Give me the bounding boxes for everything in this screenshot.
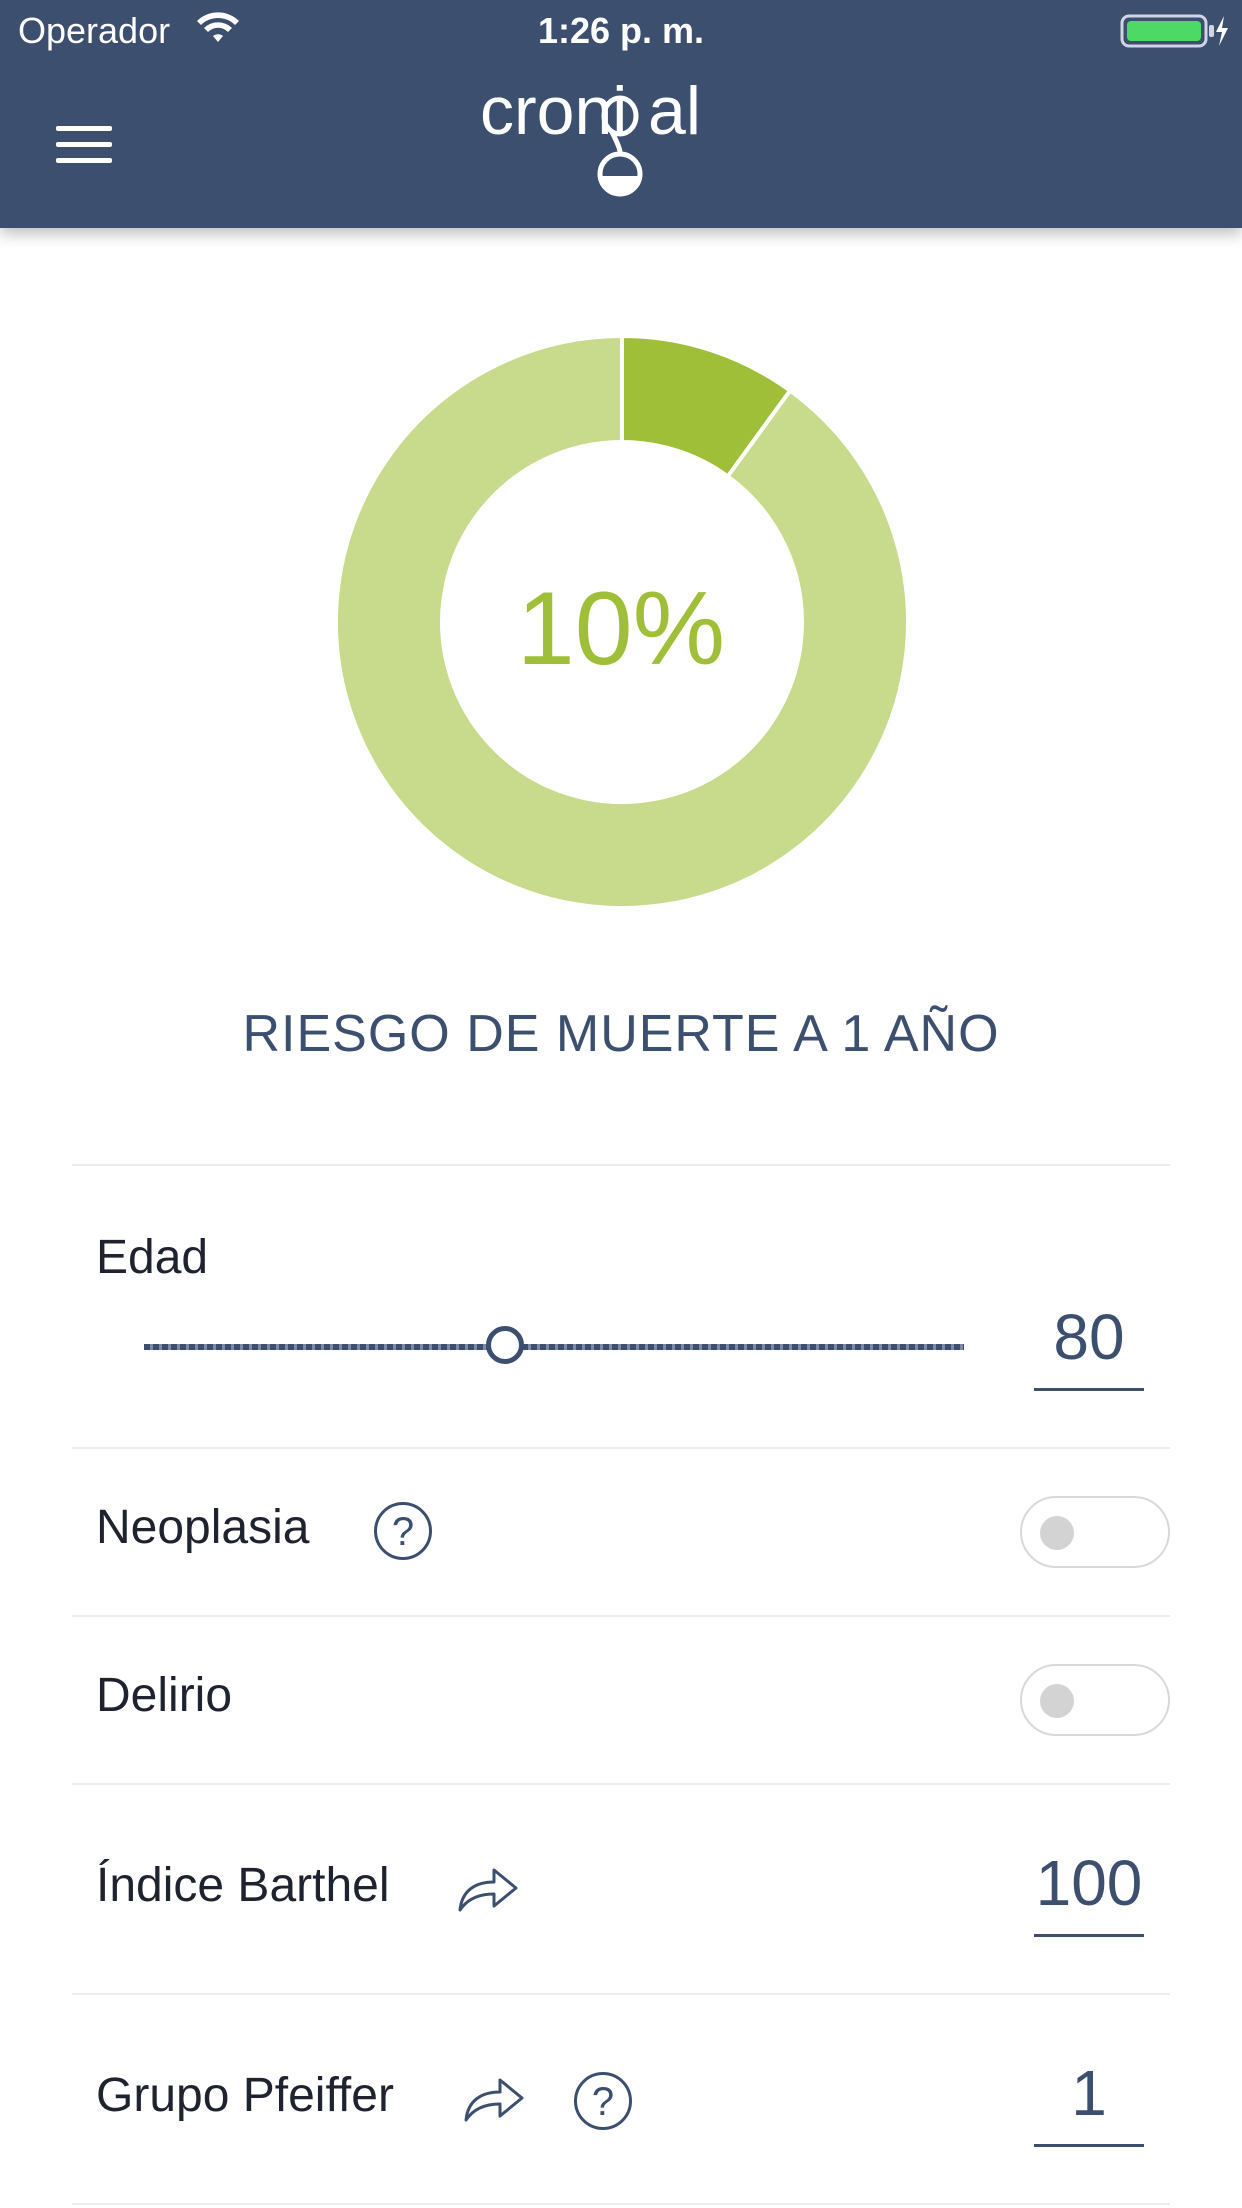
age-slider[interactable]: [144, 1320, 964, 1376]
battery-charging-icon: [1120, 14, 1228, 48]
hamburger-menu-icon[interactable]: [56, 126, 112, 166]
neoplasia-help-icon[interactable]: ?: [374, 1502, 432, 1560]
divider: [72, 2203, 1170, 2205]
cronical-logo: croni al: [480, 78, 701, 197]
barthel-value-field[interactable]: 100: [1034, 1846, 1144, 1937]
pfeiffer-label: Grupo Pfeiffer: [96, 2069, 394, 2122]
help-glyph: ?: [391, 1510, 415, 1554]
risk-percentage: 10%: [516, 571, 726, 687]
neoplasia-label: Neoplasia: [96, 1501, 310, 1554]
toggle-knob: [1040, 1516, 1074, 1550]
divider: [72, 1164, 1170, 1166]
age-label: Edad: [96, 1231, 209, 1284]
share-arrow-icon[interactable]: [456, 1862, 520, 1914]
pfeiffer-value-field[interactable]: 1: [1034, 2056, 1144, 2147]
svg-text:al: al: [648, 78, 701, 149]
risk-title: RIESGO DE MUERTE A 1 AÑO: [242, 1005, 1000, 1063]
help-glyph: ?: [591, 2080, 615, 2124]
divider: [72, 1615, 1170, 1617]
delirio-toggle[interactable]: [1020, 1664, 1170, 1736]
age-value-field[interactable]: 80: [1034, 1300, 1144, 1391]
pfeiffer-help-icon[interactable]: ?: [574, 2072, 632, 2130]
neoplasia-toggle[interactable]: [1020, 1496, 1170, 1568]
share-arrow-icon[interactable]: [462, 2072, 526, 2124]
divider: [72, 1783, 1170, 1785]
top-navigation-bar: Operador 1:26 p. m. croni al: [0, 0, 1242, 228]
barthel-label: Índice Barthel: [96, 1859, 390, 1912]
age-slider-thumb[interactable]: [485, 1326, 524, 1364]
age-slider-track: [144, 1344, 964, 1350]
divider: [72, 1447, 1170, 1449]
toggle-knob: [1040, 1684, 1074, 1718]
delirio-label: Delirio: [96, 1669, 233, 1722]
divider: [72, 1993, 1170, 1995]
status-time: 1:26 p. m.: [537, 10, 705, 51]
